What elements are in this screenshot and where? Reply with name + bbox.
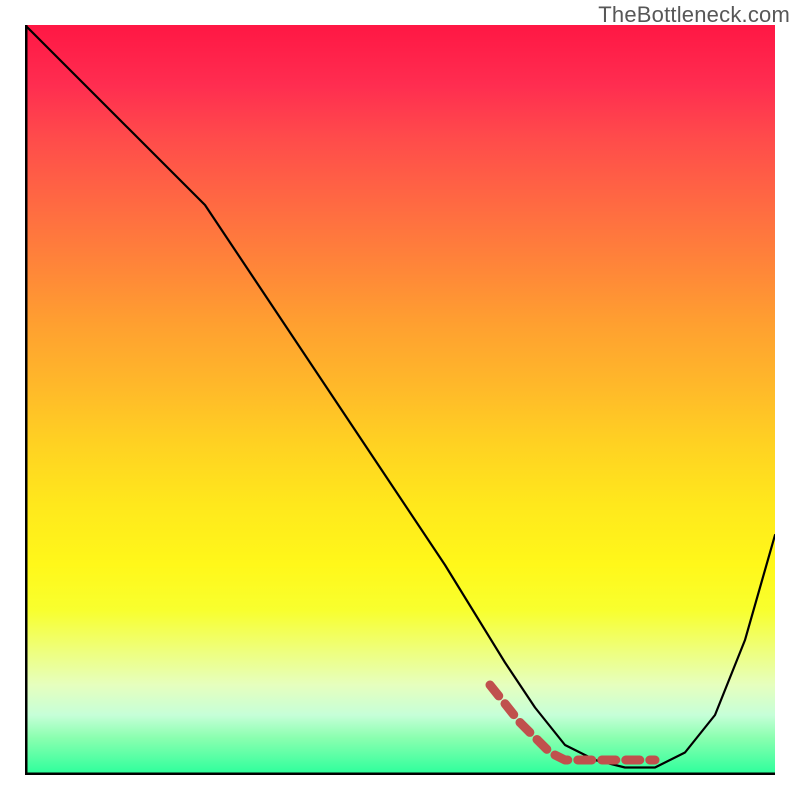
chart-container: TheBottleneck.com [0, 0, 800, 800]
chart-svg [25, 25, 775, 775]
bottleneck-curve-path [25, 25, 775, 768]
plot-area [25, 25, 775, 775]
watermark-text: TheBottleneck.com [598, 2, 790, 28]
